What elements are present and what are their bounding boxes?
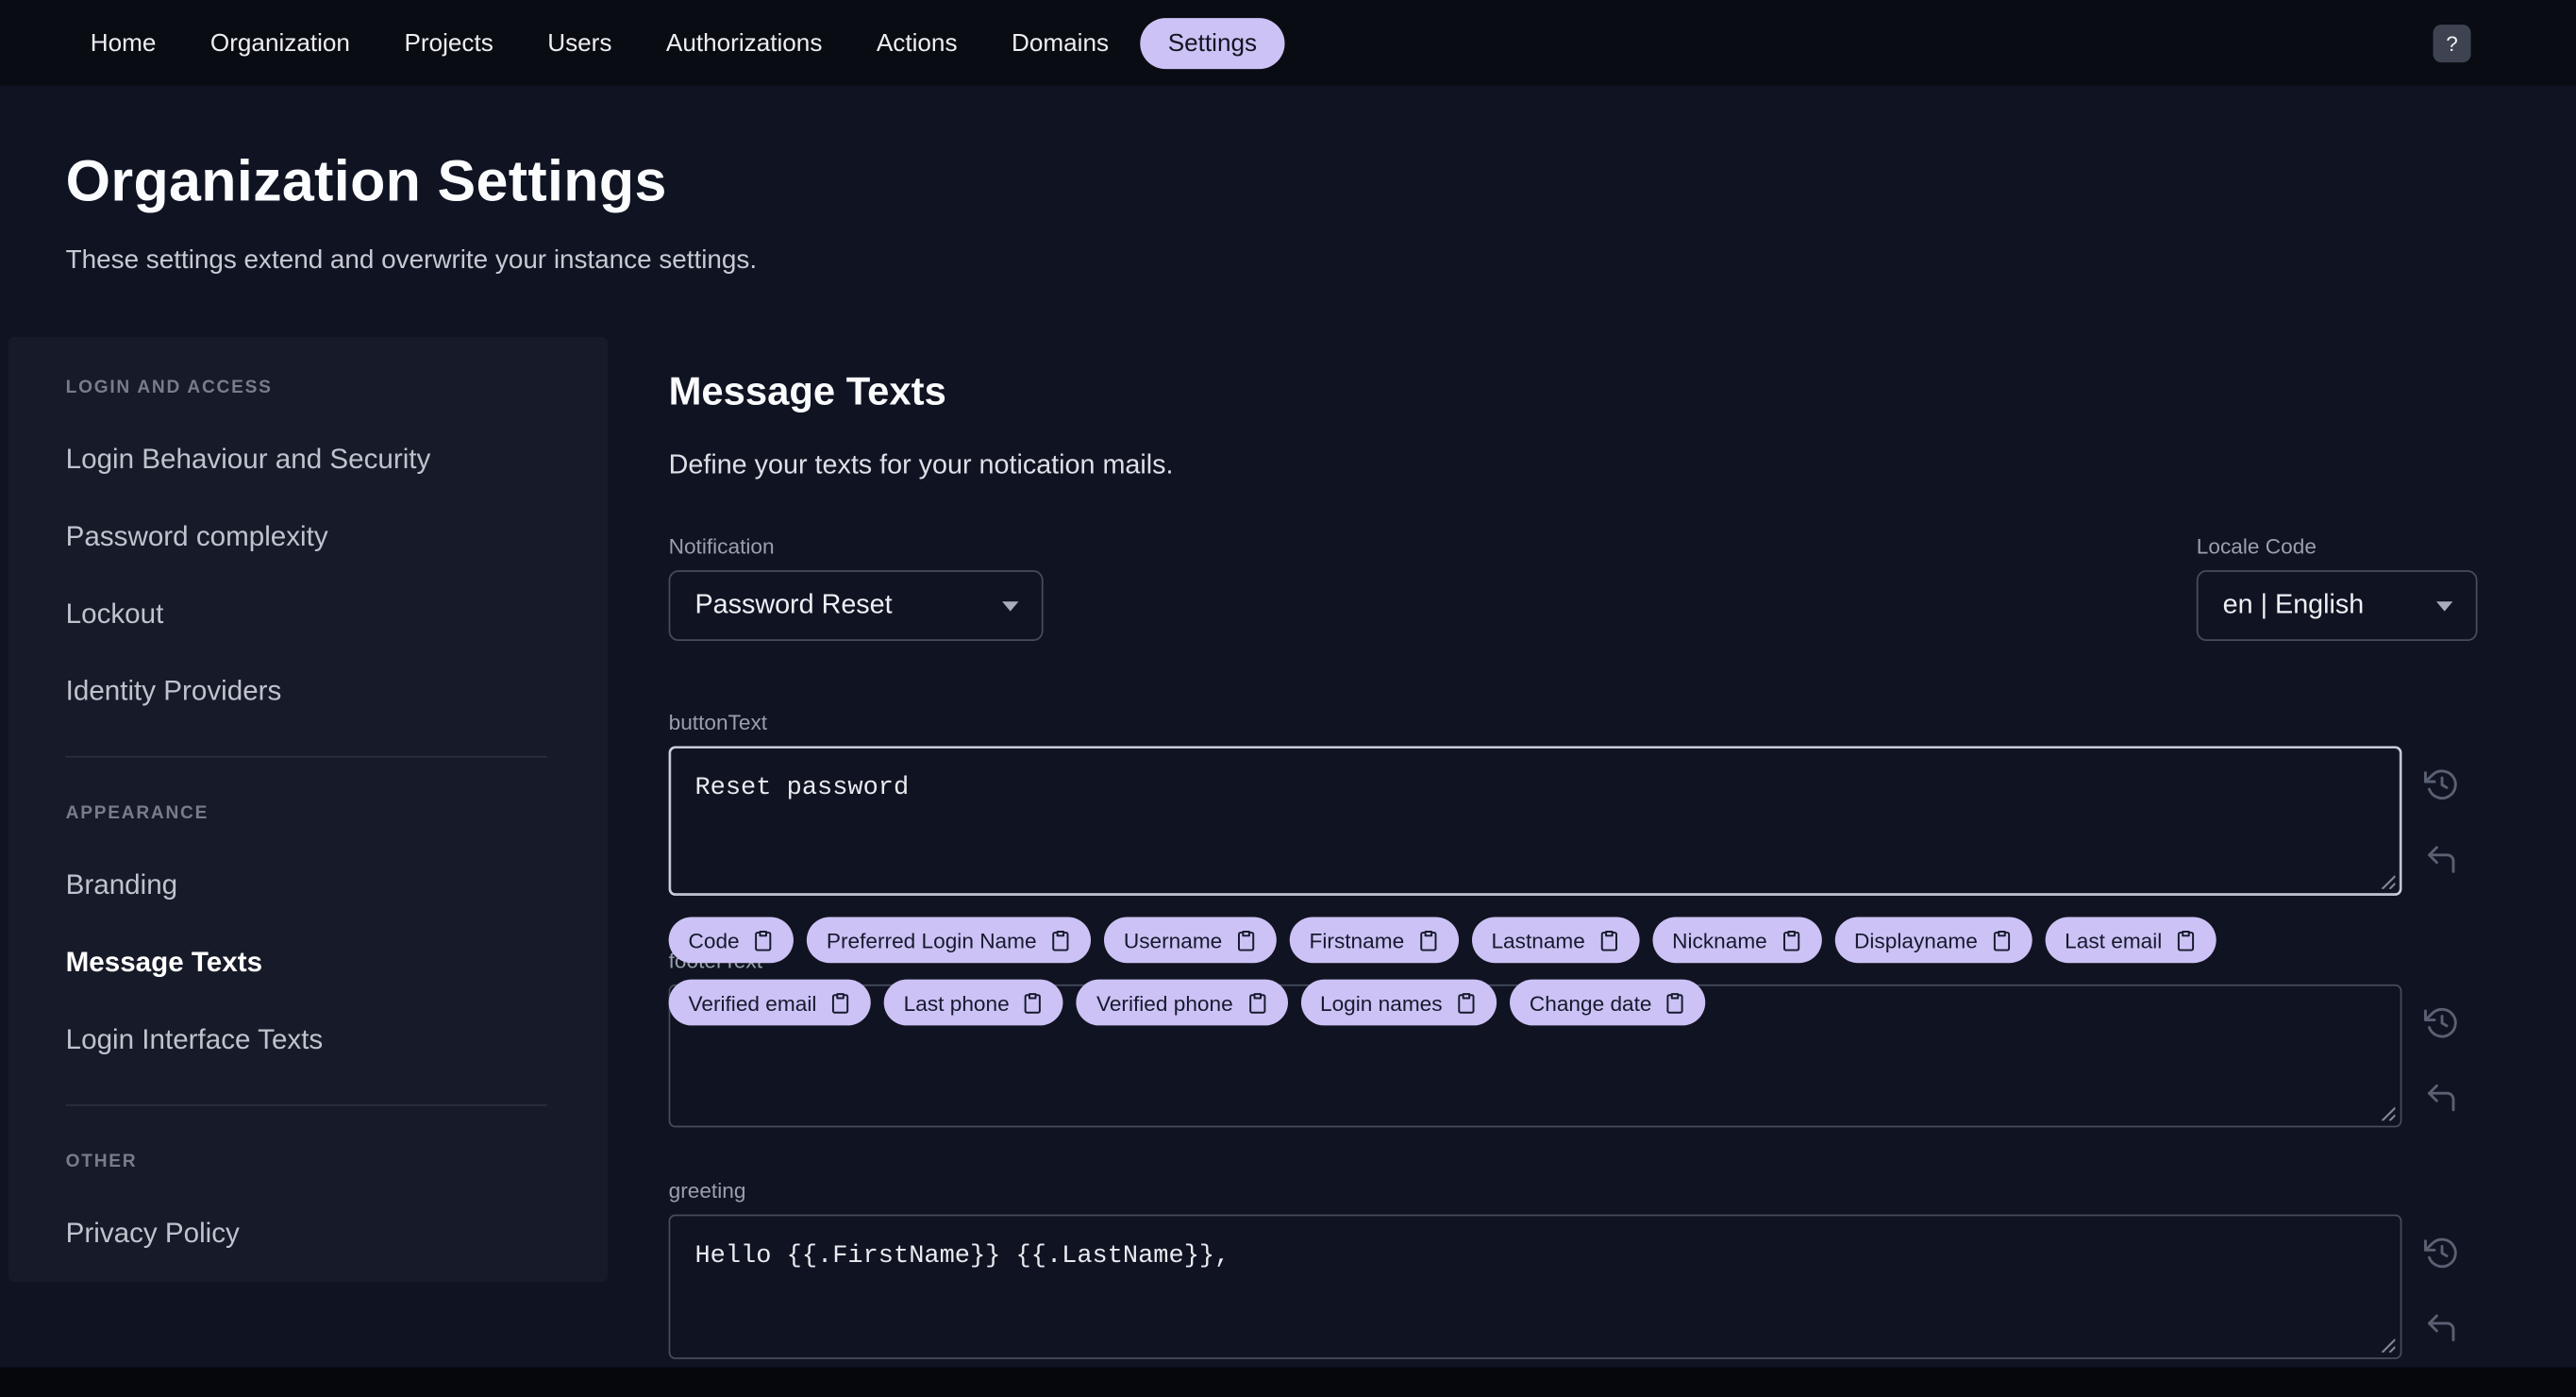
buttontext-label: buttonText — [668, 710, 768, 735]
chip-last-phone[interactable]: Last phone — [883, 979, 1064, 1026]
nav-settings-active[interactable]: Settings — [1140, 17, 1285, 69]
sidebar-item-login-behaviour-and-security[interactable]: Login Behaviour and Security — [66, 445, 559, 475]
resize-handle-icon[interactable] — [2379, 1336, 2396, 1353]
nav-users[interactable]: Users — [547, 28, 611, 57]
chevron-down-icon — [2436, 600, 2453, 611]
chip-lastname[interactable]: Lastname — [1471, 917, 1640, 964]
page-subtitle: These settings extend and overwrite your… — [65, 246, 758, 275]
copy-icon — [1600, 930, 1617, 951]
app-root: Home Organization Projects Users Authori… — [0, 0, 2576, 1397]
copy-icon — [832, 992, 849, 1013]
nav-projects[interactable]: Projects — [404, 28, 493, 57]
undo-icon[interactable] — [2423, 1080, 2459, 1116]
undo-icon[interactable] — [2423, 1310, 2459, 1346]
copy-icon — [1458, 992, 1475, 1013]
settings-sidebar: LOGIN AND ACCESS Login Behaviour and Sec… — [8, 336, 609, 1283]
chip-username[interactable]: Username — [1103, 917, 1277, 964]
section-subtitle: Define your texts for your notication ma… — [668, 450, 1174, 480]
restore-icon[interactable] — [2423, 1004, 2459, 1040]
restore-icon[interactable] — [2423, 766, 2459, 801]
selectors-row: Notification Password Reset Locale Code … — [668, 533, 2478, 642]
resize-handle-icon[interactable] — [2379, 1104, 2396, 1121]
chip-change-date[interactable]: Change date — [1509, 979, 1706, 1026]
sidebar-section-appearance: APPEARANCE — [65, 803, 209, 824]
copy-icon — [1993, 930, 2010, 951]
nav-organization[interactable]: Organization — [210, 28, 350, 57]
nav-domains[interactable]: Domains — [1012, 28, 1109, 57]
chip-code[interactable]: Code — [668, 917, 795, 964]
sidebar-item-branding[interactable]: Branding — [66, 870, 559, 900]
greeting-label: greeting — [668, 1178, 746, 1203]
notification-select-value: Password Reset — [694, 590, 893, 620]
top-navigation-bar: Home Organization Projects Users Authori… — [0, 0, 2576, 86]
chip-displayname[interactable]: Displayname — [1834, 917, 2032, 964]
greeting-textarea-wrap: Hello {{.FirstName}} {{.LastName}}, — [668, 1214, 2402, 1359]
page-title: Organization Settings — [65, 149, 667, 214]
sidebar-divider — [65, 755, 547, 758]
locale-label: Locale Code — [2196, 533, 2317, 559]
chip-last-email[interactable]: Last email — [2045, 917, 2216, 964]
copy-icon — [1025, 992, 1042, 1013]
sidebar-item-login-interface-texts[interactable]: Login Interface Texts — [66, 1025, 559, 1054]
copy-icon — [755, 930, 772, 951]
chip-nickname[interactable]: Nickname — [1652, 917, 1822, 964]
greeting-input[interactable]: Hello {{.FirstName}} {{.LastName}}, — [670, 1216, 2400, 1358]
copy-icon — [1782, 930, 1799, 951]
sidebar-section-other: OTHER — [65, 1152, 138, 1172]
message-texts-panel: Message Texts Define your texts for your… — [668, 368, 2478, 1359]
copy-icon — [1248, 992, 1265, 1013]
buttontext-textarea-wrap: Reset password — [668, 746, 2402, 896]
copy-icon — [2177, 930, 2195, 951]
buttontext-input[interactable]: Reset password — [670, 748, 2400, 895]
copy-icon — [1237, 930, 1255, 951]
copy-icon — [1667, 992, 1684, 1013]
notification-select[interactable]: Password Reset — [668, 570, 1044, 642]
sidebar-item-message-texts[interactable]: Message Texts — [66, 948, 559, 978]
chip-preferred-login-name[interactable]: Preferred Login Name — [807, 917, 1092, 964]
nav-home[interactable]: Home — [91, 28, 157, 57]
sidebar-item-lockout[interactable]: Lockout — [66, 599, 559, 629]
chip-login-names[interactable]: Login names — [1300, 979, 1497, 1026]
undo-icon[interactable] — [2423, 841, 2459, 877]
chip-verified-phone[interactable]: Verified phone — [1077, 979, 1288, 1026]
page-header: Organization Settings These settings ext… — [65, 149, 758, 276]
sidebar-item-privacy-policy[interactable]: Privacy Policy — [66, 1219, 559, 1249]
restore-icon[interactable] — [2423, 1235, 2459, 1271]
sidebar-item-password-complexity[interactable]: Password complexity — [66, 522, 559, 552]
section-title: Message Texts — [668, 369, 946, 414]
sidebar-section-login-and-access: LOGIN AND ACCESS — [65, 378, 273, 398]
nav-authorizations[interactable]: Authorizations — [666, 28, 823, 57]
sidebar-divider — [65, 1103, 547, 1106]
help-button[interactable]: ? — [2433, 24, 2471, 62]
bottom-bar — [0, 1367, 2576, 1397]
nav-actions[interactable]: Actions — [877, 28, 958, 57]
footertext-actions — [2423, 985, 2459, 1116]
buttontext-field-group: buttonText Reset password — [668, 710, 2478, 896]
chip-firstname[interactable]: Firstname — [1289, 917, 1459, 964]
locale-select-value: en | English — [2222, 590, 2365, 620]
chip-verified-email[interactable]: Verified email — [668, 979, 871, 1026]
resize-handle-icon[interactable] — [2379, 873, 2396, 889]
placeholder-chips: Code Preferred Login Name Username First… — [668, 917, 2378, 1026]
copy-icon — [1419, 930, 1437, 951]
chevron-down-icon — [1002, 600, 1019, 611]
buttontext-actions — [2423, 746, 2459, 877]
locale-select[interactable]: en | English — [2196, 570, 2478, 642]
copy-icon — [1052, 930, 1069, 951]
greeting-actions — [2423, 1215, 2459, 1346]
sidebar-item-identity-providers[interactable]: Identity Providers — [66, 676, 559, 706]
locale-select-group: Locale Code en | English — [2196, 533, 2478, 642]
main-nav: Home Organization Projects Users Authori… — [91, 17, 2434, 69]
greeting-field-group: greeting Hello {{.FirstName}} {{.LastNam… — [668, 1178, 2478, 1359]
